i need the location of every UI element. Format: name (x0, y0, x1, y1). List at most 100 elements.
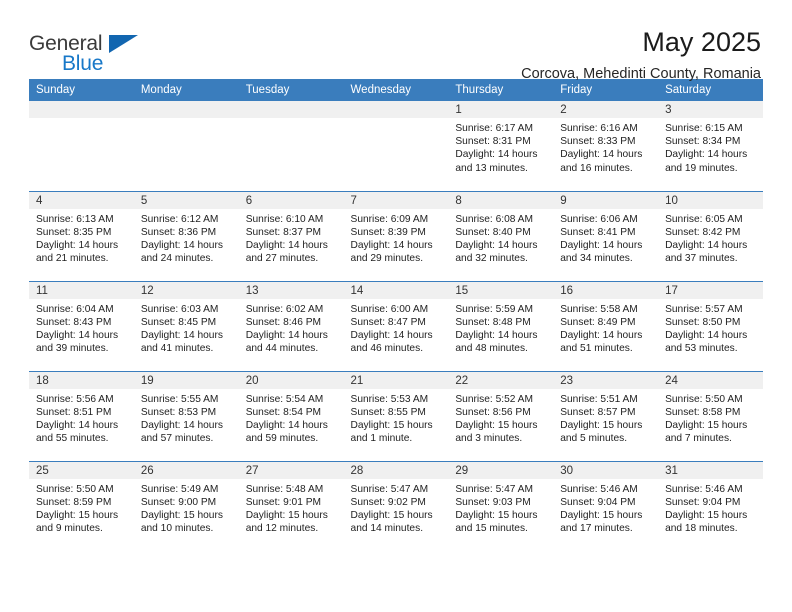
calendar-day-cell[interactable]: 11 Sunrise: 6:04 AM Sunset: 8:43 PM Dayligh… (29, 280, 134, 371)
calendar-day-cell[interactable]: 3 Sunrise: 6:15 AM Sunset: 8:34 PM Daylight… (658, 101, 763, 191)
calendar-day-cell[interactable]: 26 Sunrise: 5:49 AM Sunset: 9:00 PM Dayligh… (133, 460, 239, 551)
sunrise-text: Sunrise: 5:47 AM (350, 483, 429, 495)
day-number: 23 (553, 371, 659, 389)
calendar-day-cell[interactable]: 15 Sunrise: 5:59 AM Sunset: 8:48 PM Dayligh… (448, 280, 554, 371)
sunrise-text: Sunrise: 5:50 AM (665, 393, 743, 405)
calendar-day-cell[interactable]: 19 Sunrise: 5:55 AM Sunset: 8:53 PM Dayligh… (133, 370, 239, 461)
sunset-text: Sunset: 8:31 PM (455, 136, 531, 148)
sunrise-text: Sunrise: 5:56 AM (36, 393, 114, 405)
day-details: Sunrise: 6:17 AM Sunset: 8:31 PM Daylight:… (448, 118, 553, 175)
calendar-day-cell[interactable]: 28 Sunrise: 5:47 AM Sunset: 9:02 PM Dayligh… (343, 460, 449, 551)
day-number: 31 (658, 461, 763, 479)
day-details: Sunrise: 6:08 AM Sunset: 8:40 PM Daylight:… (448, 209, 553, 266)
calendar-cell-empty (29, 101, 134, 191)
daylight-text-line1: Daylight: 14 hours (665, 149, 748, 161)
daylight-text-line1: Daylight: 14 hours (560, 329, 643, 341)
day-number: 20 (238, 371, 344, 389)
sunset-text: Sunset: 9:01 PM (245, 496, 322, 508)
calendar-day-cell[interactable]: 14 Sunrise: 6:00 AM Sunset: 8:47 PM Dayligh… (343, 280, 449, 371)
daylight-text-line1: Daylight: 14 hours (245, 419, 328, 431)
daylight-text-line1: Daylight: 14 hours (36, 419, 119, 431)
calendar-day-cell[interactable]: 27 Sunrise: 5:48 AM Sunset: 9:01 PM Dayligh… (238, 460, 344, 551)
daylight-text-line2: and 10 minutes. (140, 523, 214, 535)
calendar-day-cell[interactable]: 7 Sunrise: 6:09 AM Sunset: 8:39 PM Daylight… (343, 190, 449, 281)
calendar-day-cell[interactable]: 29 Sunrise: 5:47 AM Sunset: 9:03 PM Dayligh… (448, 460, 554, 551)
calendar-day-cell[interactable]: 2 Sunrise: 6:16 AM Sunset: 8:33 PM Daylight… (553, 101, 659, 191)
calendar-week-row: 25 Sunrise: 5:50 AM Sunset: 8:59 PM Dayligh… (29, 460, 763, 551)
calendar-day-cell[interactable]: 24 Sunrise: 5:50 AM Sunset: 8:58 PM Dayligh… (658, 370, 763, 461)
calendar-day-cell[interactable]: 21 Sunrise: 5:53 AM Sunset: 8:55 PM Dayligh… (343, 370, 449, 461)
calendar-day-cell[interactable]: 20 Sunrise: 5:54 AM Sunset: 8:54 PM Dayligh… (238, 370, 344, 461)
daylight-text-line1: Daylight: 14 hours (560, 239, 643, 251)
triangle-icon (109, 35, 138, 53)
day-details: Sunrise: 6:06 AM Sunset: 8:41 PM Daylight:… (553, 209, 658, 266)
day-number: 11 (29, 281, 134, 299)
calendar-week-row: 11 Sunrise: 6:04 AM Sunset: 8:43 PM Dayligh… (29, 280, 763, 371)
sunrise-text: Sunrise: 6:03 AM (140, 303, 219, 315)
calendar-cell-empty (343, 101, 449, 191)
day-number: 28 (343, 461, 449, 479)
sunset-text: Sunset: 8:36 PM (140, 226, 217, 238)
daylight-text-line1: Daylight: 15 hours (350, 419, 433, 431)
day-number: 21 (343, 371, 449, 389)
calendar-day-cell[interactable]: 5 Sunrise: 6:12 AM Sunset: 8:36 PM Daylight… (133, 190, 239, 281)
sunrise-text: Sunrise: 5:49 AM (140, 483, 219, 495)
sunrise-text: Sunrise: 5:50 AM (36, 483, 114, 495)
calendar-day-cell[interactable]: 30 Sunrise: 5:46 AM Sunset: 9:04 PM Dayligh… (553, 460, 659, 551)
calendar-day-cell[interactable]: 31 Sunrise: 5:46 AM Sunset: 9:04 PM Dayligh… (658, 460, 763, 551)
daylight-text-line2: and 21 minutes. (36, 253, 109, 265)
sunset-text: Sunset: 9:00 PM (140, 496, 217, 508)
daylight-text-line1: Daylight: 14 hours (665, 239, 748, 251)
daylight-text-line2: and 9 minutes. (36, 523, 103, 535)
calendar-day-cell[interactable]: 8 Sunrise: 6:08 AM Sunset: 8:40 PM Daylight… (448, 190, 554, 281)
calendar-day-cell[interactable]: 12 Sunrise: 6:03 AM Sunset: 8:45 PM Dayligh… (133, 280, 239, 371)
calendar-day-cell[interactable]: 18 Sunrise: 5:56 AM Sunset: 8:51 PM Dayligh… (29, 370, 134, 461)
sunset-text: Sunset: 8:39 PM (350, 226, 426, 238)
calendar-day-cell[interactable]: 22 Sunrise: 5:52 AM Sunset: 8:56 PM Dayligh… (448, 370, 554, 461)
calendar-day-cell[interactable]: 1 Sunrise: 6:17 AM Sunset: 8:31 PM Daylight… (448, 101, 554, 191)
sunrise-text: Sunrise: 5:54 AM (245, 393, 324, 405)
sunset-text: Sunset: 8:49 PM (560, 316, 636, 328)
daylight-text-line2: and 44 minutes. (245, 343, 319, 355)
sunset-text: Sunset: 8:55 PM (350, 406, 426, 418)
day-number: 13 (238, 281, 344, 299)
sunrise-text: Sunrise: 6:02 AM (245, 303, 324, 315)
daylight-text-line2: and 39 minutes. (36, 343, 109, 355)
calendar-day-cell[interactable]: 4 Sunrise: 6:13 AM Sunset: 8:35 PM Daylight… (29, 190, 134, 281)
sunrise-text: Sunrise: 5:59 AM (455, 303, 533, 315)
daylight-text-line1: Daylight: 14 hours (455, 149, 538, 161)
day-number: 14 (343, 281, 449, 299)
calendar-day-cell[interactable]: 9 Sunrise: 6:06 AM Sunset: 8:41 PM Daylight… (553, 190, 659, 281)
daylight-text-line2: and 48 minutes. (455, 343, 528, 355)
sunrise-text: Sunrise: 6:10 AM (245, 213, 324, 225)
sunrise-text: Sunrise: 5:55 AM (140, 393, 219, 405)
day-details: Sunrise: 5:59 AM Sunset: 8:48 PM Daylight:… (448, 299, 553, 356)
calendar-day-cell[interactable]: 10 Sunrise: 6:05 AM Sunset: 8:42 PM Dayligh… (658, 190, 763, 281)
calendar-day-cell[interactable]: 17 Sunrise: 5:57 AM Sunset: 8:50 PM Dayligh… (658, 280, 763, 371)
sunset-text: Sunset: 8:58 PM (665, 406, 741, 418)
day-details: Sunrise: 6:13 AM Sunset: 8:35 PM Daylight:… (29, 209, 134, 266)
day-number: 15 (448, 281, 554, 299)
day-number: 26 (133, 461, 239, 479)
calendar-day-cell[interactable]: 16 Sunrise: 5:58 AM Sunset: 8:49 PM Dayligh… (553, 280, 659, 371)
daylight-text-line2: and 57 minutes. (140, 433, 214, 445)
daylight-text-line2: and 55 minutes. (36, 433, 109, 445)
daylight-text-line1: Daylight: 14 hours (350, 239, 433, 251)
page-header: General Blue May 2025 Corcova, Mehedinti… (29, 0, 763, 82)
daylight-text-line1: Daylight: 14 hours (665, 329, 748, 341)
calendar-day-cell[interactable]: 25 Sunrise: 5:50 AM Sunset: 8:59 PM Dayligh… (29, 460, 134, 551)
sunset-text: Sunset: 8:45 PM (140, 316, 217, 328)
day-number: 12 (133, 281, 239, 299)
sunrise-text: Sunrise: 6:09 AM (350, 213, 429, 225)
month-calendar: Sunday Monday Tuesday Wednesday Thursday… (29, 79, 763, 551)
calendar-day-cell[interactable]: 13 Sunrise: 6:02 AM Sunset: 8:46 PM Dayligh… (238, 280, 344, 371)
day-number: 8 (448, 191, 554, 209)
sunset-text: Sunset: 8:35 PM (36, 226, 112, 238)
calendar-day-cell[interactable]: 23 Sunrise: 5:51 AM Sunset: 8:57 PM Dayligh… (553, 370, 659, 461)
general-blue-logo[interactable]: General Blue (29, 26, 149, 82)
sunrise-text: Sunrise: 5:48 AM (245, 483, 324, 495)
day-number: 10 (658, 191, 763, 209)
sunrise-text: Sunrise: 5:53 AM (350, 393, 429, 405)
day-number: 5 (133, 191, 239, 209)
calendar-day-cell[interactable]: 6 Sunrise: 6:10 AM Sunset: 8:37 PM Daylight… (238, 190, 344, 281)
